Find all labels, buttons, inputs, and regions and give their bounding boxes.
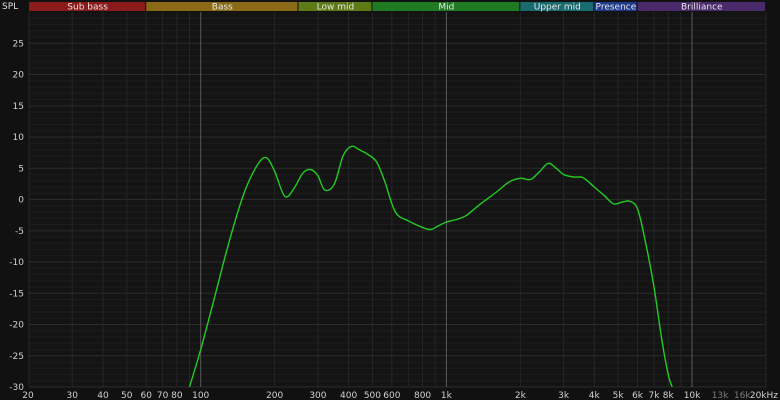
x-tick-label-10: 400 bbox=[340, 391, 357, 400]
x-tick-label-23: 13k bbox=[712, 391, 729, 400]
y-tick-label-8: -15 bbox=[9, 289, 24, 299]
x-tick-label-24: 16k bbox=[734, 391, 751, 400]
band-label-6: Brilliance bbox=[681, 3, 723, 13]
frequency-response-chart: Sub bass Bass Low mid Mid Upper mid Presence B… bbox=[0, 0, 780, 400]
x-tick-label-4: 60 bbox=[140, 391, 152, 400]
band-label-3: Mid bbox=[438, 3, 454, 13]
x-tick-label-9: 300 bbox=[309, 391, 326, 400]
x-tick-label-17: 4k bbox=[589, 391, 601, 400]
x-tick-label-19: 6k bbox=[632, 391, 644, 400]
y-tick-label-3: 10 bbox=[13, 133, 25, 143]
x-tick-label-1: 30 bbox=[67, 391, 79, 400]
band-label-4: Upper mid bbox=[534, 3, 581, 13]
x-tick-label-3: 50 bbox=[121, 391, 133, 400]
x-tick-label-5: 70 bbox=[157, 391, 169, 400]
y-tick-label-2: 15 bbox=[13, 102, 24, 112]
x-tick-label-22: 10k bbox=[684, 391, 701, 400]
x-tick-label-0: 20 bbox=[22, 391, 34, 400]
y-tick-label-1: 20 bbox=[13, 71, 25, 81]
x-tick-label-8: 200 bbox=[266, 391, 283, 400]
y-tick-label-9: -20 bbox=[9, 321, 24, 331]
y-tick-label-10: -25 bbox=[9, 352, 24, 362]
band-label-1: Bass bbox=[212, 3, 233, 13]
band-label-2: Low mid bbox=[317, 3, 355, 13]
y-tick-label-5: 0 bbox=[18, 196, 24, 206]
x-tick-label-2: 40 bbox=[97, 391, 109, 400]
x-tick-label-11: 500 bbox=[364, 391, 381, 400]
band-label-5: Presence bbox=[596, 3, 637, 13]
y-tick-label-6: -5 bbox=[15, 227, 24, 237]
y-tick-label-7: -10 bbox=[9, 258, 24, 268]
x-tick-label-6: 80 bbox=[171, 391, 183, 400]
y-tick-label-4: 5 bbox=[18, 164, 24, 174]
y-axis-label: SPL bbox=[2, 2, 18, 12]
x-tick-label-21: 8k bbox=[663, 391, 675, 400]
chart-svg: Sub bass Bass Low mid Mid Upper mid Presence B… bbox=[2, 2, 778, 400]
x-tick-label-14: 1k bbox=[441, 391, 453, 400]
x-tick-label-12: 600 bbox=[383, 391, 400, 400]
x-tick-label-16: 3k bbox=[558, 391, 570, 400]
x-tick-label-13: 800 bbox=[414, 391, 431, 400]
x-tick-label-25: 20kHz bbox=[750, 391, 778, 400]
band-label-0: Sub bass bbox=[67, 3, 108, 13]
x-tick-label-20: 7k bbox=[649, 391, 661, 400]
x-tick-label-15: 2k bbox=[515, 391, 527, 400]
x-tick-label-7: 100 bbox=[192, 391, 209, 400]
x-tick-label-18: 5k bbox=[613, 391, 625, 400]
y-tick-label-0: 25 bbox=[13, 39, 24, 49]
